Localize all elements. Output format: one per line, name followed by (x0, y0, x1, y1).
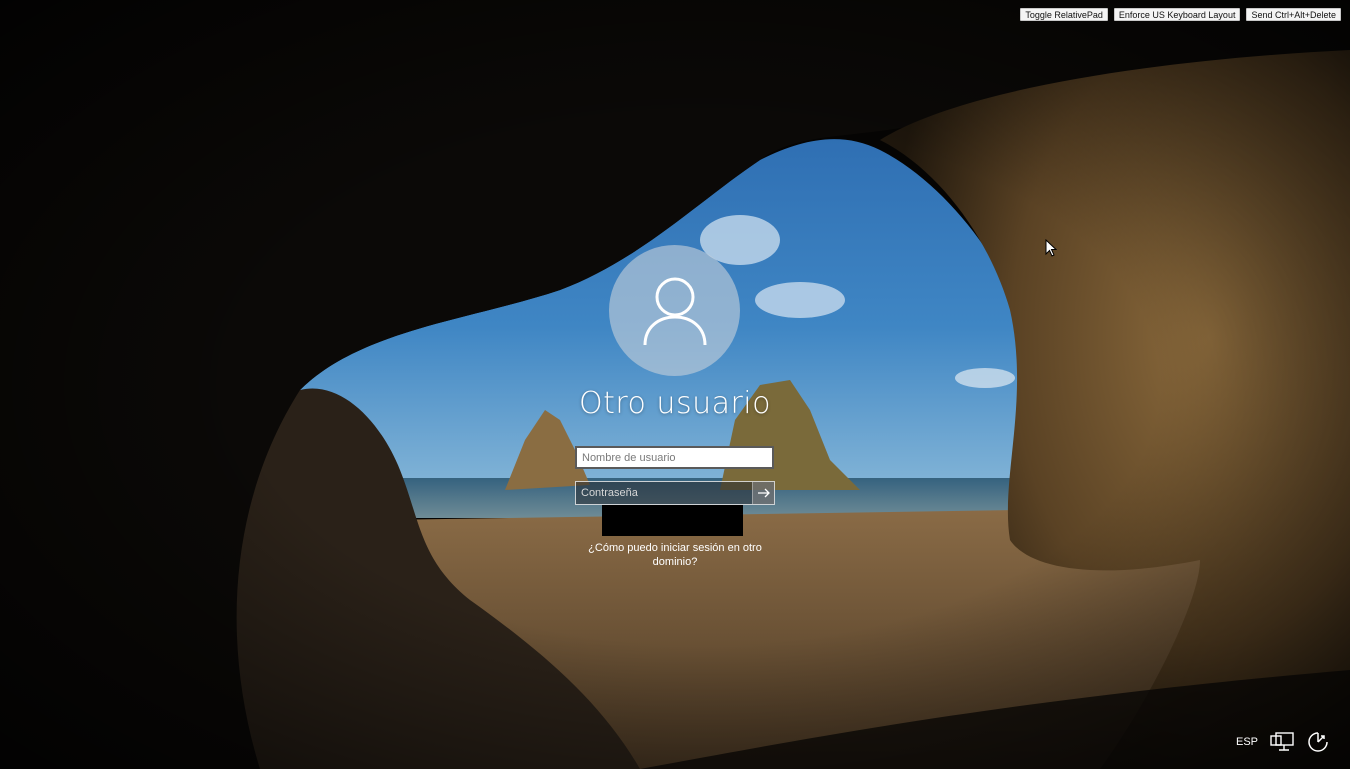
other-domain-link[interactable]: ¿Cómo puedo iniciar sesión en otro domin… (580, 541, 770, 569)
user-name-heading: Otro usuario (578, 386, 771, 421)
network-icon[interactable] (1270, 730, 1294, 754)
mouse-cursor-icon (1045, 239, 1057, 257)
arrow-right-icon (757, 488, 770, 498)
send-ctrl-alt-delete-button[interactable]: Send Ctrl+Alt+Delete (1246, 8, 1341, 21)
submit-button[interactable] (752, 482, 774, 504)
password-input[interactable] (576, 482, 752, 504)
language-indicator[interactable]: ESP (1236, 736, 1258, 748)
system-tray: ESP (1236, 730, 1330, 754)
user-icon (643, 277, 706, 345)
user-avatar (609, 245, 740, 376)
toggle-relativepad-button[interactable]: Toggle RelativePad (1020, 8, 1108, 21)
login-screen: Toggle RelativePad Enforce US Keyboard L… (0, 0, 1350, 769)
enforce-us-keyboard-button[interactable]: Enforce US Keyboard Layout (1113, 8, 1241, 21)
background-image (0, 0, 1350, 769)
username-input[interactable] (575, 446, 774, 469)
accessibility-icon[interactable] (1306, 730, 1330, 754)
black-overlay-bar (602, 505, 743, 536)
remote-toolbar: Toggle RelativePad Enforce US Keyboard L… (1020, 8, 1341, 21)
password-field (575, 481, 775, 505)
